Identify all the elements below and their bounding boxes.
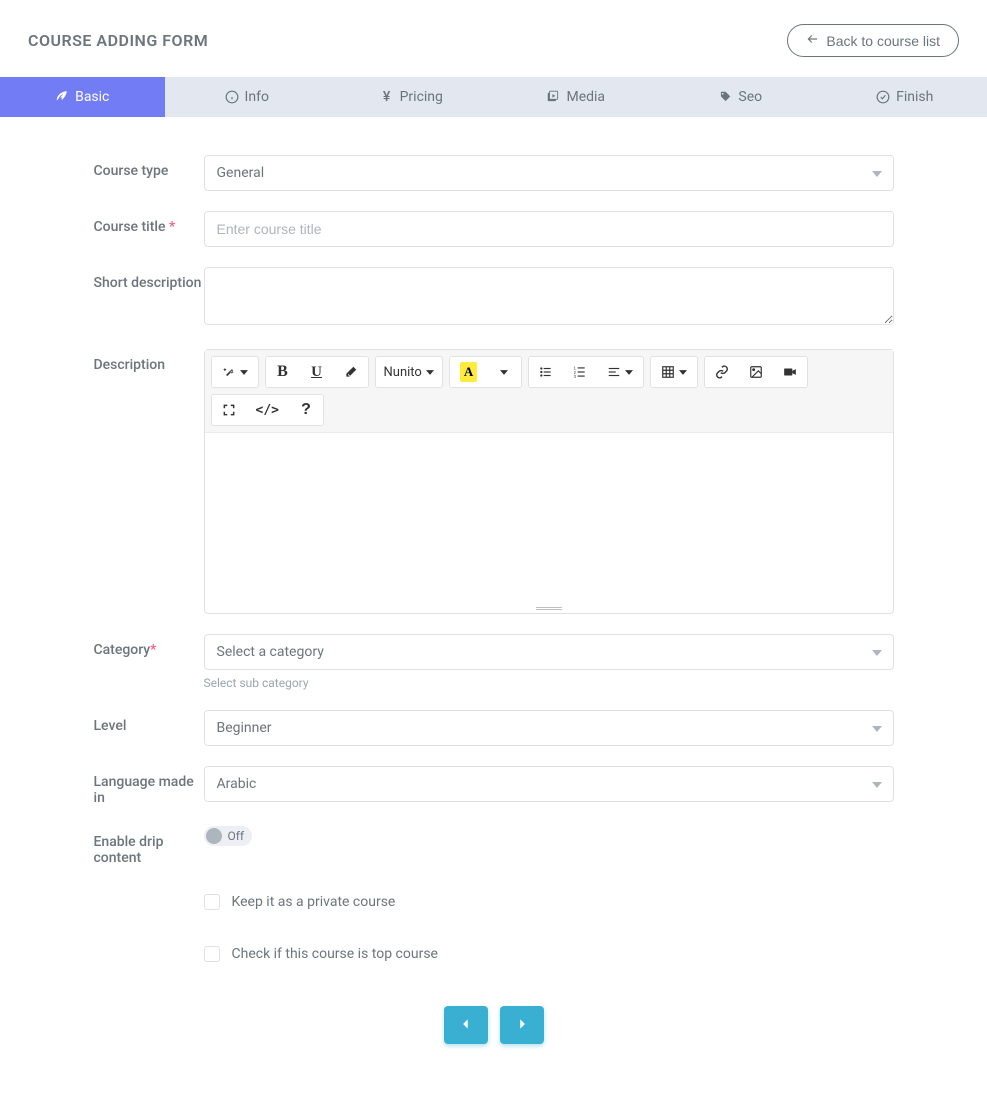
image-button[interactable]: [739, 357, 773, 387]
arrow-left-icon: [806, 32, 820, 49]
editor-toolbar: B U Nunito A: [205, 350, 893, 433]
underline-button[interactable]: U: [300, 357, 334, 387]
course-type-label: Course type: [94, 155, 204, 191]
tag-icon: [718, 90, 732, 104]
paragraph-align-button[interactable]: [597, 357, 643, 387]
svg-text:3: 3: [574, 374, 577, 379]
rich-text-editor: B U Nunito A: [204, 349, 894, 614]
category-help-text: Select sub category: [204, 676, 894, 690]
course-type-select[interactable]: General: [204, 155, 894, 191]
short-description-label: Short description: [94, 267, 204, 329]
yen-icon: ¥: [380, 90, 394, 104]
category-select[interactable]: Select a category: [204, 634, 894, 670]
course-title-input[interactable]: [204, 211, 894, 247]
eraser-button[interactable]: [334, 357, 368, 387]
category-label: Category*: [94, 634, 204, 690]
info-icon: [225, 90, 239, 104]
top-course-checkbox[interactable]: [204, 946, 220, 962]
level-select[interactable]: Beginner: [204, 710, 894, 746]
drip-content-label: Enable drip content: [94, 826, 204, 866]
magic-wand-button[interactable]: [212, 357, 258, 387]
font-color-button[interactable]: A: [450, 357, 487, 387]
feather-icon: [55, 90, 69, 104]
tab-label: Basic: [75, 89, 109, 105]
previous-step-button[interactable]: [444, 1006, 488, 1044]
tab-label: Pricing: [400, 89, 443, 105]
page-title: COURSE ADDING FORM: [28, 31, 208, 50]
language-label: Language made in: [94, 766, 204, 806]
editor-content-area[interactable]: [205, 433, 893, 603]
toggle-knob: [206, 828, 222, 844]
bold-button[interactable]: B: [266, 357, 300, 387]
tab-seo[interactable]: Seo: [658, 77, 823, 117]
back-button-label: Back to course list: [826, 33, 940, 49]
font-color-more-button[interactable]: [487, 357, 521, 387]
tab-label: Seo: [738, 89, 762, 105]
unordered-list-button[interactable]: [529, 357, 563, 387]
private-course-checkbox[interactable]: [204, 894, 220, 910]
top-course-label: Check if this course is top course: [232, 946, 438, 962]
link-button[interactable]: [705, 357, 739, 387]
fullscreen-button[interactable]: [212, 395, 246, 425]
back-to-course-list-button[interactable]: Back to course list: [787, 24, 959, 57]
tab-finish[interactable]: Finish: [823, 77, 987, 117]
table-button[interactable]: [651, 357, 697, 387]
check-circle-icon: [876, 90, 890, 104]
font-family-button[interactable]: Nunito: [376, 357, 442, 387]
arrow-right-icon: [515, 1017, 529, 1034]
tab-label: Media: [566, 89, 605, 105]
code-view-button[interactable]: </>: [246, 395, 289, 425]
course-title-label: Course title *: [94, 211, 204, 247]
level-label: Level: [94, 710, 204, 746]
private-course-label: Keep it as a private course: [232, 894, 396, 910]
short-description-textarea[interactable]: [204, 267, 894, 325]
ordered-list-button[interactable]: 123: [563, 357, 597, 387]
description-label: Description: [94, 349, 204, 614]
tab-info[interactable]: Info: [165, 77, 330, 117]
language-select[interactable]: Arabic: [204, 766, 894, 802]
tabs: Basic Info ¥ Pricing Media Seo Finish: [0, 77, 987, 117]
help-button[interactable]: ?: [289, 395, 323, 425]
editor-resize-handle[interactable]: [205, 603, 893, 613]
required-asterisk: *: [150, 642, 156, 658]
video-button[interactable]: [773, 357, 807, 387]
tab-pricing[interactable]: ¥ Pricing: [329, 77, 494, 117]
tab-label: Finish: [896, 89, 933, 105]
toggle-state-label: Off: [228, 829, 245, 843]
tab-basic[interactable]: Basic: [0, 77, 165, 117]
drip-content-toggle[interactable]: Off: [204, 826, 253, 846]
required-asterisk: *: [169, 219, 175, 235]
next-step-button[interactable]: [500, 1006, 544, 1044]
tab-media[interactable]: Media: [494, 77, 659, 117]
media-icon: [546, 90, 560, 104]
arrow-left-icon: [459, 1017, 473, 1034]
tab-label: Info: [245, 89, 269, 105]
